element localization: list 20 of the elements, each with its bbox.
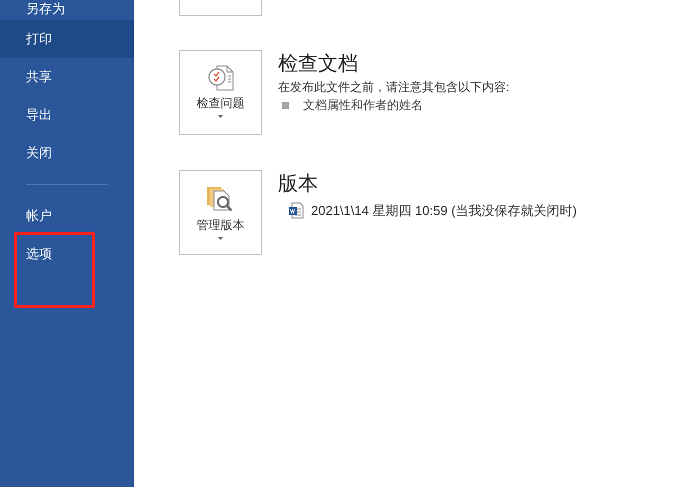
sidebar-item[interactable]: 关闭 <box>0 134 134 172</box>
bullet-text: 文档属性和作者的姓名 <box>303 97 423 114</box>
caret-icon <box>218 237 223 240</box>
version-entry[interactable]: 2021\1\14 星期四 10:59 (当我没保存就关闭时) <box>311 201 577 220</box>
sidebar-item[interactable]: 打印 <box>0 20 134 58</box>
section-title: 检查文档 <box>278 52 359 77</box>
sidebar-item[interactable]: 共享 <box>0 58 134 96</box>
sidebar-item[interactable]: 导出 <box>0 96 134 134</box>
cut-off-button[interactable] <box>179 0 262 16</box>
sidebar-item[interactable]: 选项 <box>0 235 134 273</box>
caret-icon <box>218 115 223 118</box>
word-document-icon <box>288 202 304 220</box>
manage-versions-button[interactable]: 管理版本 <box>179 170 262 255</box>
bullet-square-icon <box>282 102 289 108</box>
check-issues-button[interactable]: 检查问题 <box>179 50 262 135</box>
section-description: 在发布此文件之前，请注意其包含以下内容: <box>278 79 510 96</box>
section-title: 版本 <box>278 172 319 197</box>
sidebar-item[interactable]: 帐户 <box>0 197 134 235</box>
document-check-icon <box>206 63 236 93</box>
sidebar-item[interactable]: 另存为 <box>0 0 134 20</box>
